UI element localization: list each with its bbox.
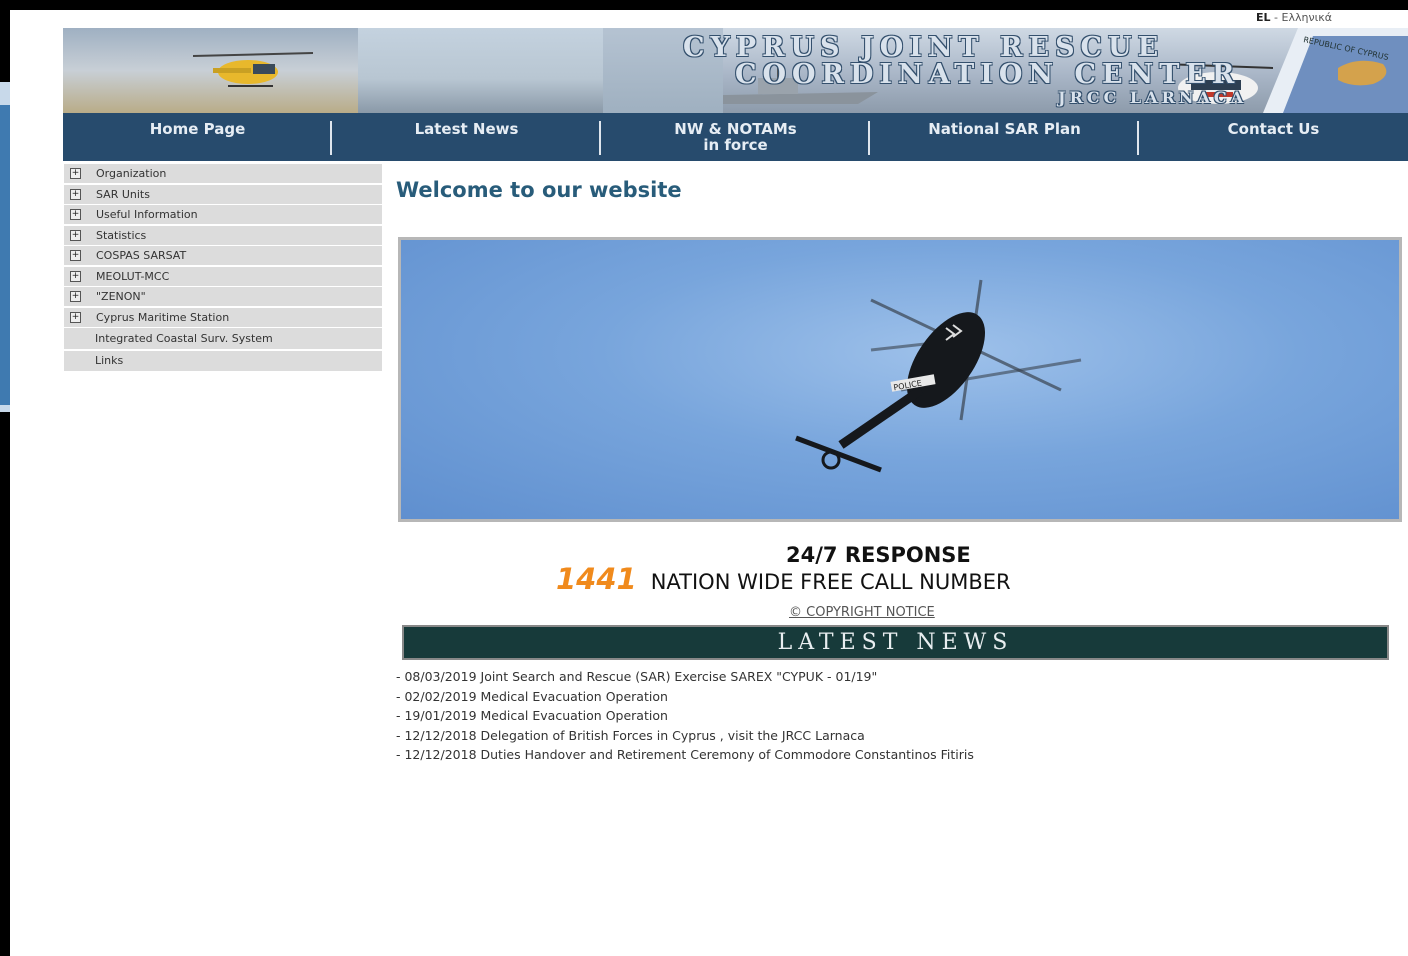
sidebar-menu: + Organization + SAR Units + Useful Informa… xyxy=(64,164,382,372)
nav-home-label: Home Page xyxy=(149,120,246,138)
expand-icon[interactable]: + xyxy=(70,168,81,179)
cyprus-seal-icon: REPUBLIC OF CYPRUS xyxy=(1263,28,1408,113)
sidebar-item-organization[interactable]: + Organization xyxy=(64,164,382,183)
banner-photo-ship xyxy=(358,28,878,113)
sidebar-item-useful-information[interactable]: + Useful Information xyxy=(64,205,382,224)
call-number-row: 1441 NATION WIDE FREE CALL NUMBER xyxy=(556,562,1011,596)
news-item[interactable]: - 08/03/2019 Joint Search and Rescue (SA… xyxy=(396,669,974,689)
expand-icon[interactable]: + xyxy=(70,209,81,220)
language-code: EL xyxy=(1256,11,1271,24)
news-item[interactable]: - 19/01/2019 Medical Evacuation Operatio… xyxy=(396,708,974,728)
banner-photo-helicopter xyxy=(63,28,358,113)
news-item[interactable]: - 02/02/2019 Medical Evacuation Operatio… xyxy=(396,689,974,709)
expand-icon[interactable]: + xyxy=(70,291,81,302)
news-item[interactable]: - 12/12/2018 Duties Handover and Retirem… xyxy=(396,747,974,767)
expand-icon[interactable]: + xyxy=(70,270,81,282)
nav-nw-notams-label-line2: in force xyxy=(703,136,768,154)
sidebar-item-sar-units[interactable]: + SAR Units xyxy=(64,184,382,204)
helicopter-icon xyxy=(193,52,313,87)
language-link[interactable]: EL - Ελληνικά xyxy=(1256,11,1332,24)
sidebar-item-cyprus-maritime-station[interactable]: + Cyprus Maritime Station xyxy=(64,307,382,327)
latest-news-heading: LATEST NEWS xyxy=(402,625,1389,660)
banner-title-line3: JRCC LARNACA xyxy=(1058,88,1248,107)
sidebar-item-label: Useful Information xyxy=(96,208,198,221)
nav-sar-plan-label: National SAR Plan xyxy=(928,120,1081,138)
sidebar-item-label: "ZENON" xyxy=(96,290,146,303)
nav-contact-us[interactable]: Contact Us xyxy=(1139,113,1408,161)
sidebar-item-label: Cyprus Maritime Station xyxy=(96,310,230,324)
sidebar-item-label: Links xyxy=(95,354,124,367)
news-item[interactable]: - 12/12/2018 Delegation of British Force… xyxy=(396,728,974,748)
banner-title-line2: COORDINATION CENTER xyxy=(735,59,1241,90)
language-label: Ελληνικά xyxy=(1281,11,1333,24)
news-list: - 08/03/2019 Joint Search and Rescue (SA… xyxy=(396,669,974,767)
sidebar-item-statistics[interactable]: + Statistics xyxy=(64,225,382,245)
sidebar-item-label: COSPAS SARSAT xyxy=(96,249,187,262)
site-banner: CYPRUS JOINT RESCUE COORDINATION CENTER … xyxy=(63,28,1408,113)
background-window-edge-inner xyxy=(0,105,10,405)
expand-icon[interactable]: + xyxy=(70,188,81,200)
hero-image: POLICE xyxy=(398,237,1402,522)
expand-icon[interactable]: + xyxy=(70,311,81,323)
main-nav: Home Page Latest News NW & NOTAMs in forc… xyxy=(63,113,1408,161)
language-separator: - xyxy=(1270,11,1282,24)
call-number: 1441 xyxy=(556,562,637,596)
sidebar-item-meolut-mcc[interactable]: + MEOLUT-MCC xyxy=(64,266,382,286)
nav-home-page[interactable]: Home Page xyxy=(63,113,332,161)
copyright-link[interactable]: © COPYRIGHT NOTICE xyxy=(789,605,935,620)
expand-icon[interactable]: + xyxy=(70,250,81,261)
sidebar-item-links[interactable]: Links xyxy=(64,350,382,371)
sidebar-item-cospas-sarsat[interactable]: + COSPAS SARSAT xyxy=(64,246,382,265)
sidebar-item-label: Statistics xyxy=(96,228,147,242)
sidebar-item-label: MEOLUT-MCC xyxy=(96,269,170,283)
nav-nw-notams[interactable]: NW & NOTAMs in force xyxy=(601,113,870,161)
police-helicopter-icon: POLICE xyxy=(795,279,1082,473)
sidebar-item-label: Integrated Coastal Surv. System xyxy=(95,332,273,345)
nav-national-sar-plan[interactable]: National SAR Plan xyxy=(870,113,1139,161)
nav-latest-news-label: Latest News xyxy=(414,120,519,138)
sidebar-item-coastal-surveillance[interactable]: Integrated Coastal Surv. System xyxy=(64,328,382,349)
nav-latest-news[interactable]: Latest News xyxy=(332,113,601,161)
sidebar-item-label: SAR Units xyxy=(96,187,150,201)
expand-icon[interactable]: + xyxy=(70,229,81,241)
sidebar-item-label: Organization xyxy=(96,167,167,180)
call-number-text: NATION WIDE FREE CALL NUMBER xyxy=(650,570,1011,594)
page-title: Welcome to our website xyxy=(396,178,682,202)
window-frame-top xyxy=(0,0,1408,10)
sidebar-item-zenon[interactable]: + "ZENON" xyxy=(64,287,382,306)
nav-contact-label: Contact Us xyxy=(1227,120,1320,138)
